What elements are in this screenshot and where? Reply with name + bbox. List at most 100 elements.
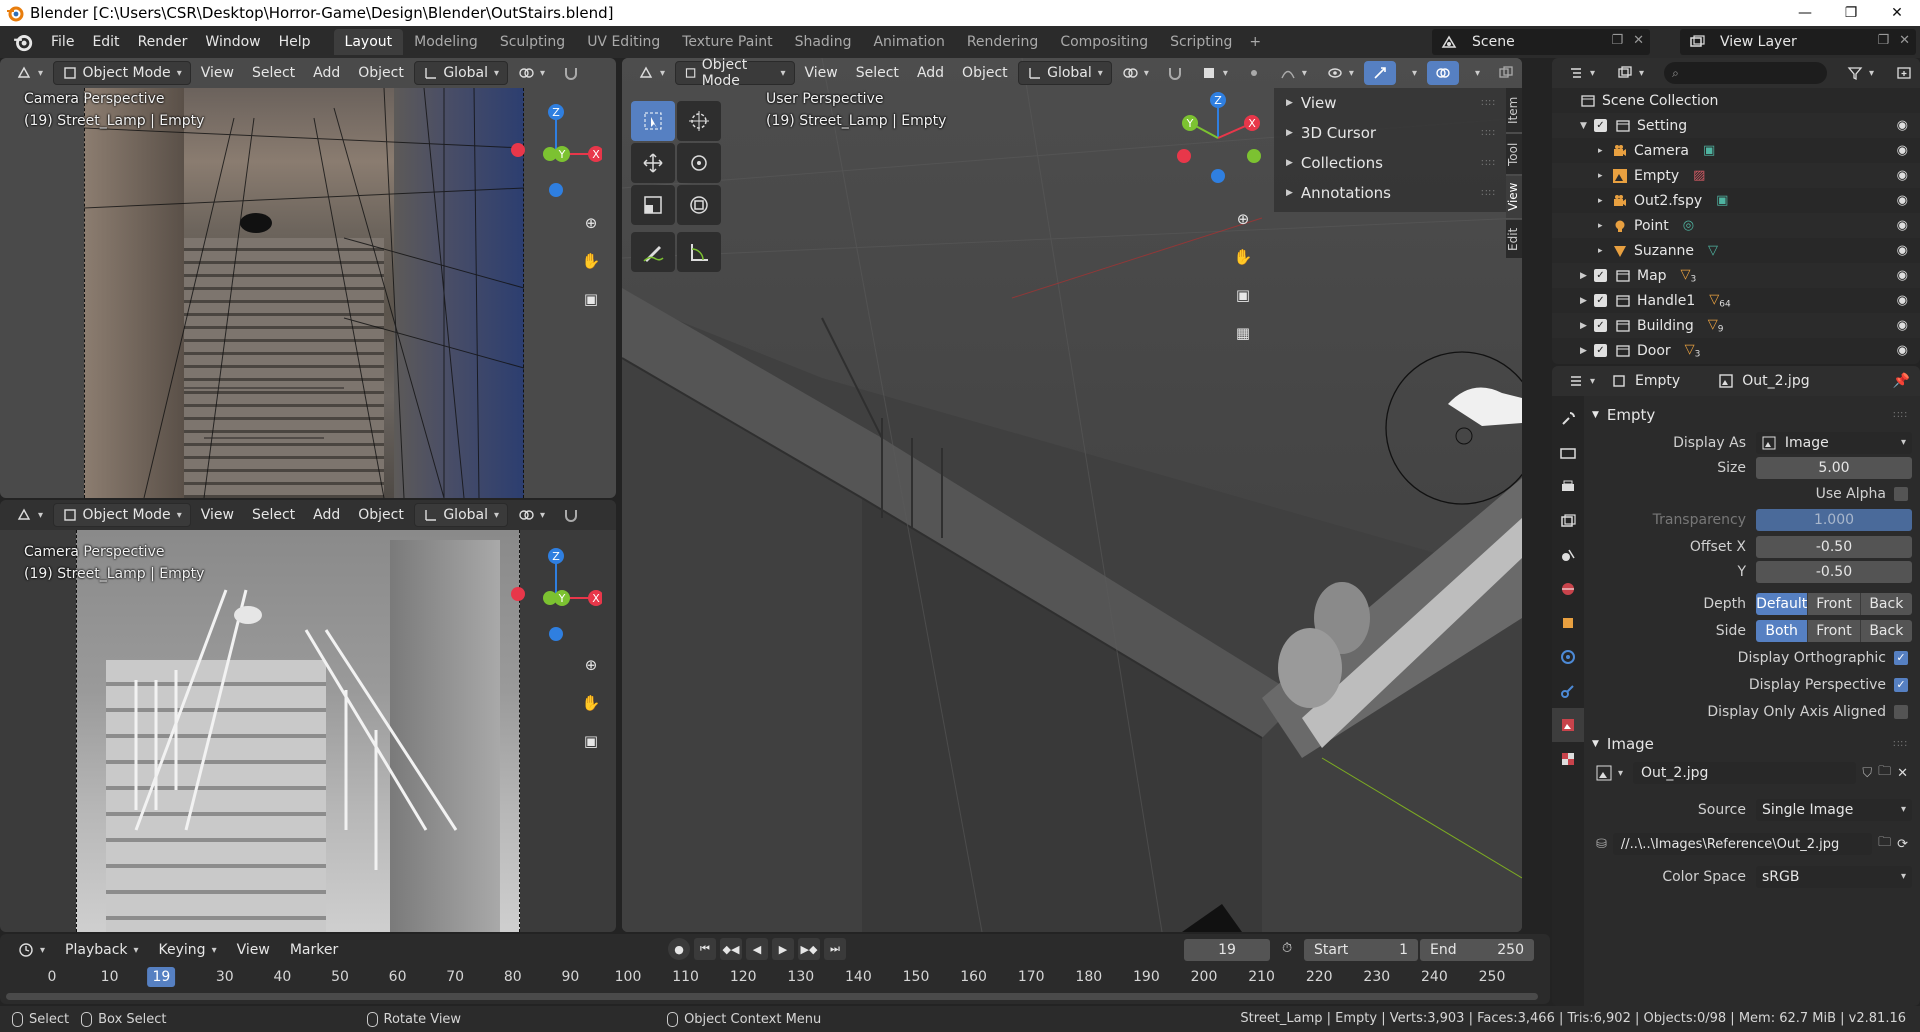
menu-timeline-view[interactable]: View [229,938,278,962]
reload-icon[interactable]: ⟳ [1897,837,1908,852]
tab-object-data[interactable] [1552,708,1584,742]
pan-hand-icon[interactable]: ✋ [1228,242,1258,272]
gizmo-toggle[interactable] [1363,61,1396,85]
eye-icon[interactable]: ◉ [1897,293,1908,308]
outliner-row-camera[interactable]: ▸ Camera ▣ ◉ [1552,138,1920,163]
menu-add[interactable]: Add [909,61,952,85]
tab-modeling[interactable]: Modeling [403,29,489,55]
children-mesh-icon[interactable]: ▽3 [1685,342,1701,360]
end-frame-field[interactable]: End 250 [1420,939,1534,961]
expand-arrow-icon[interactable]: ▼ [1580,121,1594,131]
filter-button[interactable]: ▾ [1839,61,1882,85]
side-back-option[interactable]: Back [1860,619,1912,642]
panel-image-header[interactable]: ▼ Image ∷∷ [1592,729,1912,759]
tab-shading[interactable]: Shading [784,29,863,55]
scale-tool[interactable] [631,185,675,225]
viewport-main[interactable]: ▾ Object Mode ▾ View Select Add Object Gl… [622,58,1522,932]
outliner-row-map[interactable]: ▶ ✓ Map ▽3 ◉ [1552,263,1920,288]
overlays-dropdown[interactable]: ▾ [1461,61,1488,85]
timeline-scrollbar[interactable] [6,993,1538,1000]
rotate-tool[interactable] [677,143,721,183]
scene-selector[interactable]: Scene ❐ ✕ [1432,29,1650,55]
eye-icon[interactable]: ◉ [1897,268,1908,283]
xray-toggle[interactable] [1490,61,1522,85]
timeline-editor-type-button[interactable]: ▾ [10,938,53,962]
pin-icon[interactable]: 📌 [1893,373,1910,389]
tab-physics[interactable] [1552,640,1584,674]
expand-arrow-icon[interactable]: ▶ [1580,271,1594,281]
start-frame-field[interactable]: Start 1 [1304,939,1418,961]
children-mesh-icon[interactable]: ▽3 [1681,267,1697,285]
menu-playback[interactable]: Playback ▾ [57,938,147,962]
proportional-edit-button[interactable] [1238,61,1270,85]
play-reverse-button[interactable]: ◀ [746,938,768,960]
navigation-gizmo[interactable]: Z X Y [506,100,602,200]
play-button[interactable]: ▶ [772,938,794,960]
jump-start-button[interactable]: ⏮ [694,938,716,960]
pivot-button[interactable]: ▾ [1114,61,1157,85]
tab-rendering[interactable]: Rendering [956,29,1050,55]
new-scene-icon[interactable]: ❐ [1611,33,1623,48]
display-ortho-row[interactable]: Display Orthographic ✓ [1592,644,1912,671]
view-layer-selector[interactable]: View Layer ❐ ✕ [1680,29,1916,55]
move-tool[interactable] [631,143,675,183]
outliner-scene-collection[interactable]: Scene Collection [1552,88,1920,113]
eye-icon[interactable]: ◉ [1897,243,1908,258]
timeline-ruler[interactable]: 0 10 19 30 40 50 60 70 80 90 100 110 120 130 140 150 160… [0,966,1550,988]
remove-view-layer-icon[interactable]: ✕ [1899,33,1910,48]
tab-tool-settings[interactable] [1552,402,1584,436]
size-field[interactable]: 5.00 [1756,456,1912,479]
menu-object[interactable]: Object [954,61,1016,85]
menu-view[interactable]: View [797,61,846,85]
editor-type-button[interactable]: ▾ [8,61,51,85]
tab-view-layer[interactable] [1552,504,1584,538]
menu-marker[interactable]: Marker [282,938,346,962]
open-folder-icon[interactable]: 🗀 [1878,762,1891,784]
tab-item[interactable]: Item [1506,88,1522,132]
ortho-grid-icon[interactable]: ▦ [1228,318,1258,348]
pan-hand-icon[interactable]: ✋ [576,246,606,276]
camera-view-icon[interactable]: ▣ [1228,280,1258,310]
image-data-icon[interactable]: ▨ [1693,168,1705,183]
menu-add[interactable]: Add [305,503,348,527]
fake-user-shield-icon[interactable]: ⛉ [1862,766,1872,781]
new-view-layer-icon[interactable]: ❐ [1877,33,1889,48]
tab-view[interactable]: View [1506,176,1522,218]
tab-object[interactable] [1552,606,1584,640]
colorspace-dropdown[interactable]: sRGB ▾ [1756,865,1912,888]
tab-sculpting[interactable]: Sculpting [489,29,576,55]
navigation-gizmo[interactable]: Z X Y [506,544,602,644]
outliner-row-building[interactable]: ▶ ✓ Building ▽9 ◉ [1552,313,1920,338]
navigation-gizmo[interactable]: Z X Y [1168,88,1268,188]
snap-target-button[interactable]: ▾ [1193,61,1236,85]
expand-arrow-icon[interactable]: ▸ [1598,171,1612,181]
visibility-button[interactable]: ▾ [1319,61,1362,85]
minimize-button[interactable]: — [1782,0,1828,26]
menu-window[interactable]: Window [196,34,269,50]
eye-icon[interactable]: ◉ [1897,143,1908,158]
menu-edit[interactable]: Edit [83,34,128,50]
menu-select[interactable]: Select [244,61,303,85]
snap-toggle[interactable] [555,503,587,527]
exclude-checkbox[interactable]: ✓ [1594,119,1607,132]
side-both-option[interactable]: Both [1756,619,1809,642]
tab-animation[interactable]: Animation [862,29,955,55]
expand-arrow-icon[interactable]: ▶ [1580,346,1594,356]
depth-back-option[interactable]: Back [1860,592,1912,615]
expand-arrow-icon[interactable]: ▸ [1598,196,1612,206]
drag-grip-icon[interactable]: ∷∷ [1481,98,1496,109]
overlays-toggle[interactable] [1426,61,1459,85]
tab-scripting[interactable]: Scripting [1159,29,1243,55]
tab-constraints[interactable] [1552,674,1584,708]
display-mode-button[interactable]: ▾ [1609,61,1652,85]
zoom-icon[interactable]: ⊕ [576,650,606,680]
filepath-field[interactable]: //..\..\Images\Reference\Out_2.jpg [1612,833,1873,855]
outliner-row-point[interactable]: ▸ Point ◎ ◉ [1552,213,1920,238]
children-mesh-icon[interactable]: ▽9 [1708,317,1724,335]
object-mode-dropdown[interactable]: Object Mode ▾ [675,58,795,89]
menu-view[interactable]: View [193,503,242,527]
falloff-button[interactable]: ▾ [1272,61,1315,85]
eye-icon[interactable]: ◉ [1897,168,1908,183]
menu-view[interactable]: View [193,61,242,85]
use-alpha-checkbox[interactable] [1894,486,1908,501]
